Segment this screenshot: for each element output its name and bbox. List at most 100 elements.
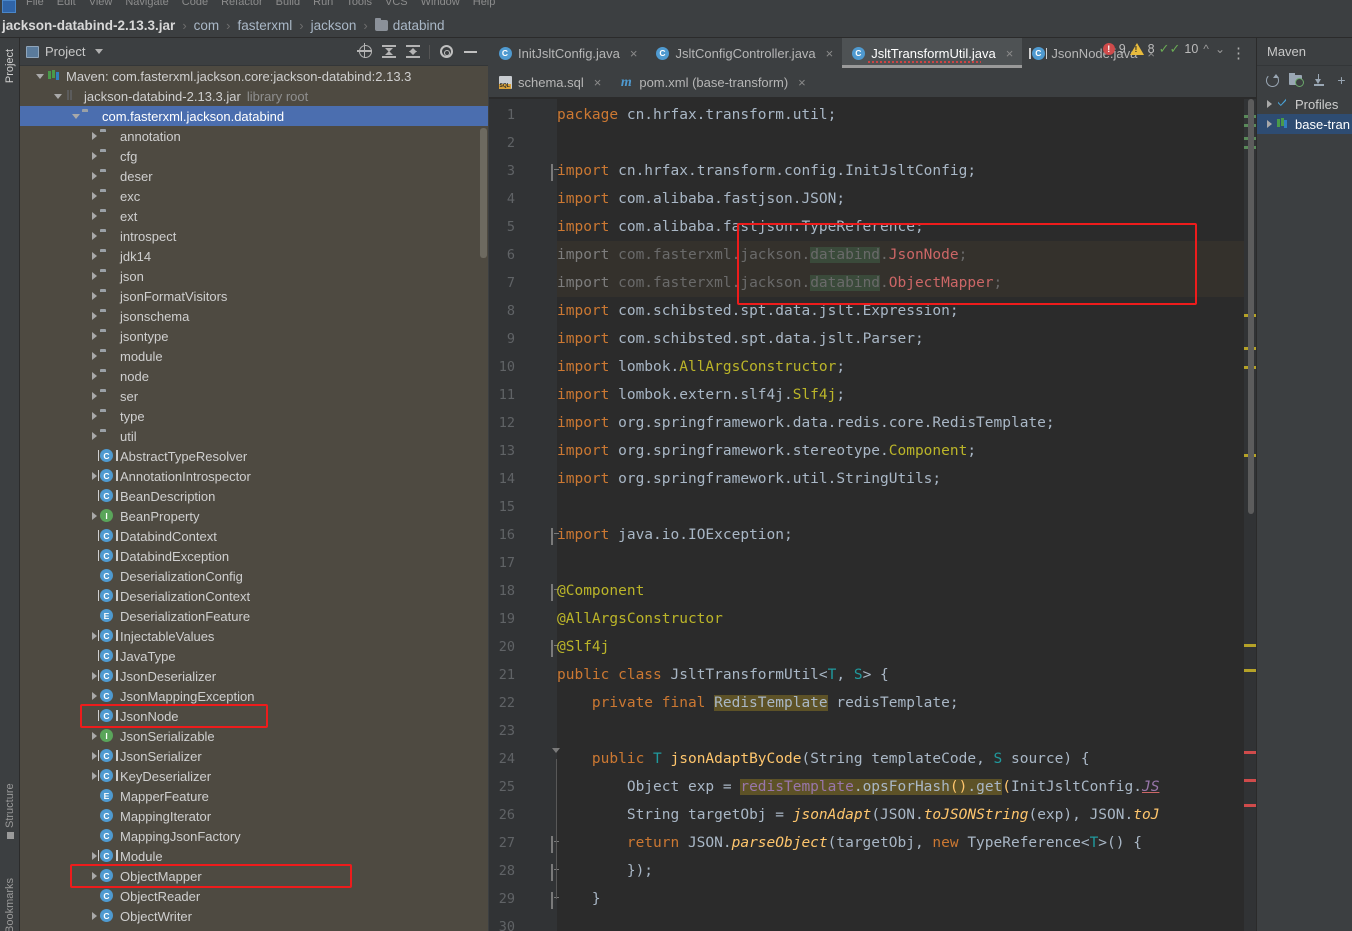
download-sources-icon[interactable] (1309, 71, 1328, 90)
menu-item-edit[interactable]: Edit (57, 0, 76, 8)
vertical-dots-icon[interactable]: ⋮ (1221, 38, 1256, 68)
chevron-right-icon[interactable] (88, 306, 100, 326)
menu-item-help[interactable]: Help (473, 0, 496, 8)
code-line[interactable]: @Slf4j (557, 633, 609, 661)
tree-item-jsonserializer[interactable]: C JsonSerializer (20, 746, 488, 766)
tree-item-jsontype[interactable]: jsontype (20, 326, 488, 346)
marker-error[interactable] (1244, 804, 1256, 807)
maven-tree[interactable]: Profiles base-tran (1257, 94, 1352, 134)
code-line[interactable]: import java.io.IOException; (557, 521, 793, 549)
tool-window-project[interactable]: Project (4, 46, 16, 86)
tree-item-mappingiterator[interactable]: C MappingIterator (20, 806, 488, 826)
chevron-right-icon[interactable] (88, 346, 100, 366)
code-line[interactable]: private final RedisTemplate redisTemplat… (557, 689, 959, 717)
chevron-right-icon[interactable] (88, 326, 100, 346)
tree-item-objectreader[interactable]: C ObjectReader (20, 886, 488, 906)
project-tree[interactable]: Maven: com.fasterxml.jackson.core:jackso… (20, 66, 488, 931)
editor-gutter[interactable]: 1 2 3 4 5 6 7 8 9 10 11 12 13 14 15 16 17 18 19 20 21 22 23 24 2… (489, 99, 560, 931)
tree-item-deserializationconfig[interactable]: C DeserializationConfig (20, 566, 488, 586)
editor-tab[interactable]: schema.sql × (489, 68, 610, 97)
code-line[interactable]: import com.fasterxml.jackson.databind.Ob… (557, 269, 1002, 297)
menu-item-navigate[interactable]: Navigate (125, 0, 168, 8)
code-line[interactable]: import com.alibaba.fastjson.JSON; (557, 185, 845, 213)
tree-item-module[interactable]: C Module (20, 846, 488, 866)
tree-item-exc[interactable]: exc (20, 186, 488, 206)
add-maven-project-icon[interactable] (1286, 71, 1305, 90)
code-line[interactable]: import lombok.extern.slf4j.Slf4j; (557, 381, 845, 409)
tree-item-keydeserializer[interactable]: C KeyDeserializer (20, 766, 488, 786)
breadcrumb-item[interactable]: jackson-databind-2.13.3.jar (2, 18, 175, 33)
tree-item-jsondeserializer[interactable]: C JsonDeserializer (20, 666, 488, 686)
chevron-right-icon[interactable] (1263, 114, 1275, 134)
marker-warning[interactable] (1244, 669, 1256, 672)
scroll-from-source-icon[interactable] (353, 41, 377, 63)
chevron-right-icon[interactable] (88, 906, 100, 926)
chevron-down-icon[interactable]: ⌄ (1214, 42, 1226, 56)
chevron-right-icon[interactable] (1263, 94, 1275, 114)
tree-item-annotationintrospector[interactable]: C AnnotationIntrospector (20, 466, 488, 486)
close-icon[interactable]: × (630, 46, 638, 61)
tree-item-mapperfeature[interactable]: E MapperFeature (20, 786, 488, 806)
chevron-right-icon[interactable] (88, 266, 100, 286)
tree-item-jackson-databind-2-13-3-jar[interactable]: jackson-databind-2.13.3.jar library root (20, 86, 488, 106)
breadcrumb-item[interactable]: databind (374, 18, 445, 33)
menu-item-tools[interactable]: Tools (346, 0, 372, 8)
tree-item-json[interactable]: json (20, 266, 488, 286)
menu-item-build[interactable]: Build (276, 0, 300, 8)
close-icon[interactable]: × (594, 75, 602, 90)
menu-item-run[interactable]: Run (313, 0, 333, 8)
code-line[interactable]: String targetObj = jsonAdapt(JSON.toJSON… (557, 801, 1160, 829)
reload-icon[interactable] (1263, 71, 1282, 90)
tool-window-bookmarks[interactable]: Bookmarks (4, 878, 16, 931)
menu-item-code[interactable]: Code (182, 0, 208, 8)
tree-item-ser[interactable]: ser (20, 386, 488, 406)
marker-warning[interactable] (1244, 644, 1256, 647)
editor-tab[interactable]: C InitJsltConfig.java × (489, 38, 646, 68)
tree-item-node[interactable]: node (20, 366, 488, 386)
close-icon[interactable]: × (798, 75, 806, 90)
tree-item-util[interactable]: util (20, 426, 488, 446)
tree-item-jsonnode[interactable]: C JsonNode (20, 706, 488, 726)
close-icon[interactable]: × (826, 46, 834, 61)
tree-item-maven-com-fasterxml-jackson-core-jackson-databind-2-13-3[interactable]: Maven: com.fasterxml.jackson.core:jackso… (20, 66, 488, 86)
menu-bar[interactable]: File Edit View Navigate Code Refactor Bu… (0, 0, 1352, 14)
expand-all-icon[interactable] (401, 41, 425, 63)
code-line[interactable]: import com.alibaba.fastjson.TypeReferenc… (557, 213, 924, 241)
chevron-right-icon[interactable] (88, 146, 100, 166)
editor-marker-strip[interactable] (1244, 99, 1256, 931)
chevron-right-icon[interactable] (88, 166, 100, 186)
code-line[interactable]: import org.springframework.data.redis.co… (557, 409, 1055, 437)
code-line[interactable]: import com.schibsted.spt.data.jslt.Parse… (557, 325, 924, 353)
editor-tab-row-2[interactable]: schema.sql × m pom.xml (base-transform) × (489, 68, 1256, 98)
chevron-right-icon[interactable] (88, 186, 100, 206)
code-line[interactable]: import org.springframework.util.StringUt… (557, 465, 941, 493)
tree-item-introspect[interactable]: introspect (20, 226, 488, 246)
tree-item-databindexception[interactable]: C DatabindException (20, 546, 488, 566)
chevron-right-icon[interactable] (88, 386, 100, 406)
editor-tab[interactable]: m pom.xml (base-transform) × (610, 68, 814, 97)
code-text[interactable]: package cn.hrfax.transform.util; import c… (557, 99, 1256, 931)
editor-tab[interactable]: C JsltTransformUtil.java × (842, 38, 1023, 68)
code-line[interactable]: @AllArgsConstructor (557, 605, 723, 633)
chevron-down-icon[interactable] (95, 49, 104, 54)
code-line[interactable]: import org.springframework.stereotype.Co… (557, 437, 976, 465)
close-icon[interactable]: × (1006, 46, 1014, 61)
breadcrumb-item[interactable]: fasterxml (238, 18, 293, 33)
inspection-widget[interactable]: ! 9 8 ✓✓ 10 ^ ⌄ (1102, 41, 1226, 57)
collapse-all-icon[interactable] (377, 41, 401, 63)
breadcrumb-item[interactable]: com (194, 18, 220, 33)
menu-item-window[interactable]: Window (421, 0, 460, 8)
tree-item-javatype[interactable]: C JavaType (20, 646, 488, 666)
code-line[interactable]: import com.fasterxml.jackson.databind.Js… (557, 241, 967, 269)
editor-tab[interactable]: C JsltConfigController.java × (646, 38, 842, 68)
tree-item-deser[interactable]: deser (20, 166, 488, 186)
maven-tree-item[interactable]: base-tran (1257, 114, 1352, 134)
tree-item-jdk14[interactable]: jdk14 (20, 246, 488, 266)
chevron-right-icon[interactable] (88, 866, 100, 886)
breadcrumb-item[interactable]: jackson (311, 18, 357, 33)
menu-item-refactor[interactable]: Refactor (221, 0, 263, 8)
chevron-down-icon[interactable] (52, 86, 64, 106)
tree-item-databindcontext[interactable]: C DatabindContext (20, 526, 488, 546)
code-line[interactable]: import com.schibsted.spt.data.jslt.Expre… (557, 297, 959, 325)
tree-item-module[interactable]: module (20, 346, 488, 366)
